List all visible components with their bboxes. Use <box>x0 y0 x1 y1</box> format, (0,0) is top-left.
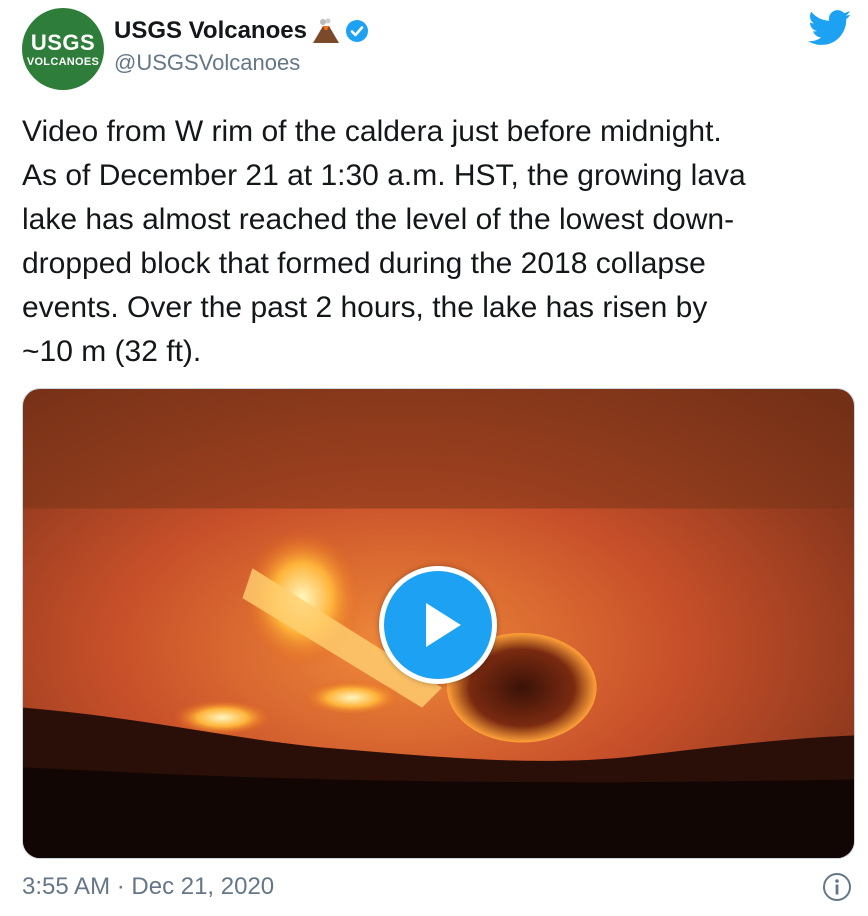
play-button[interactable] <box>379 566 497 684</box>
display-name[interactable]: USGS Volcanoes <box>114 17 369 45</box>
avatar-logo-text: USGS <box>30 30 96 55</box>
avatar[interactable]: USGS VOLCANOES <box>22 8 104 90</box>
tweet-text: Video from W rim of the caldera just bef… <box>22 115 746 368</box>
play-icon <box>426 603 461 647</box>
display-name-text: USGS Volcanoes <box>114 17 307 44</box>
volcano-icon <box>312 18 339 43</box>
tweet-timestamp[interactable]: 3:55 AM · Dec 21, 2020 <box>22 873 274 901</box>
twitter-bird-icon[interactable] <box>808 10 852 46</box>
info-icon[interactable] <box>822 872 852 902</box>
verified-badge-icon <box>345 20 368 42</box>
user-handle[interactable]: @USGSVolcanoes <box>114 50 300 76</box>
avatar-logo-subtext: VOLCANOES <box>26 56 100 68</box>
video-player[interactable] <box>22 388 855 859</box>
